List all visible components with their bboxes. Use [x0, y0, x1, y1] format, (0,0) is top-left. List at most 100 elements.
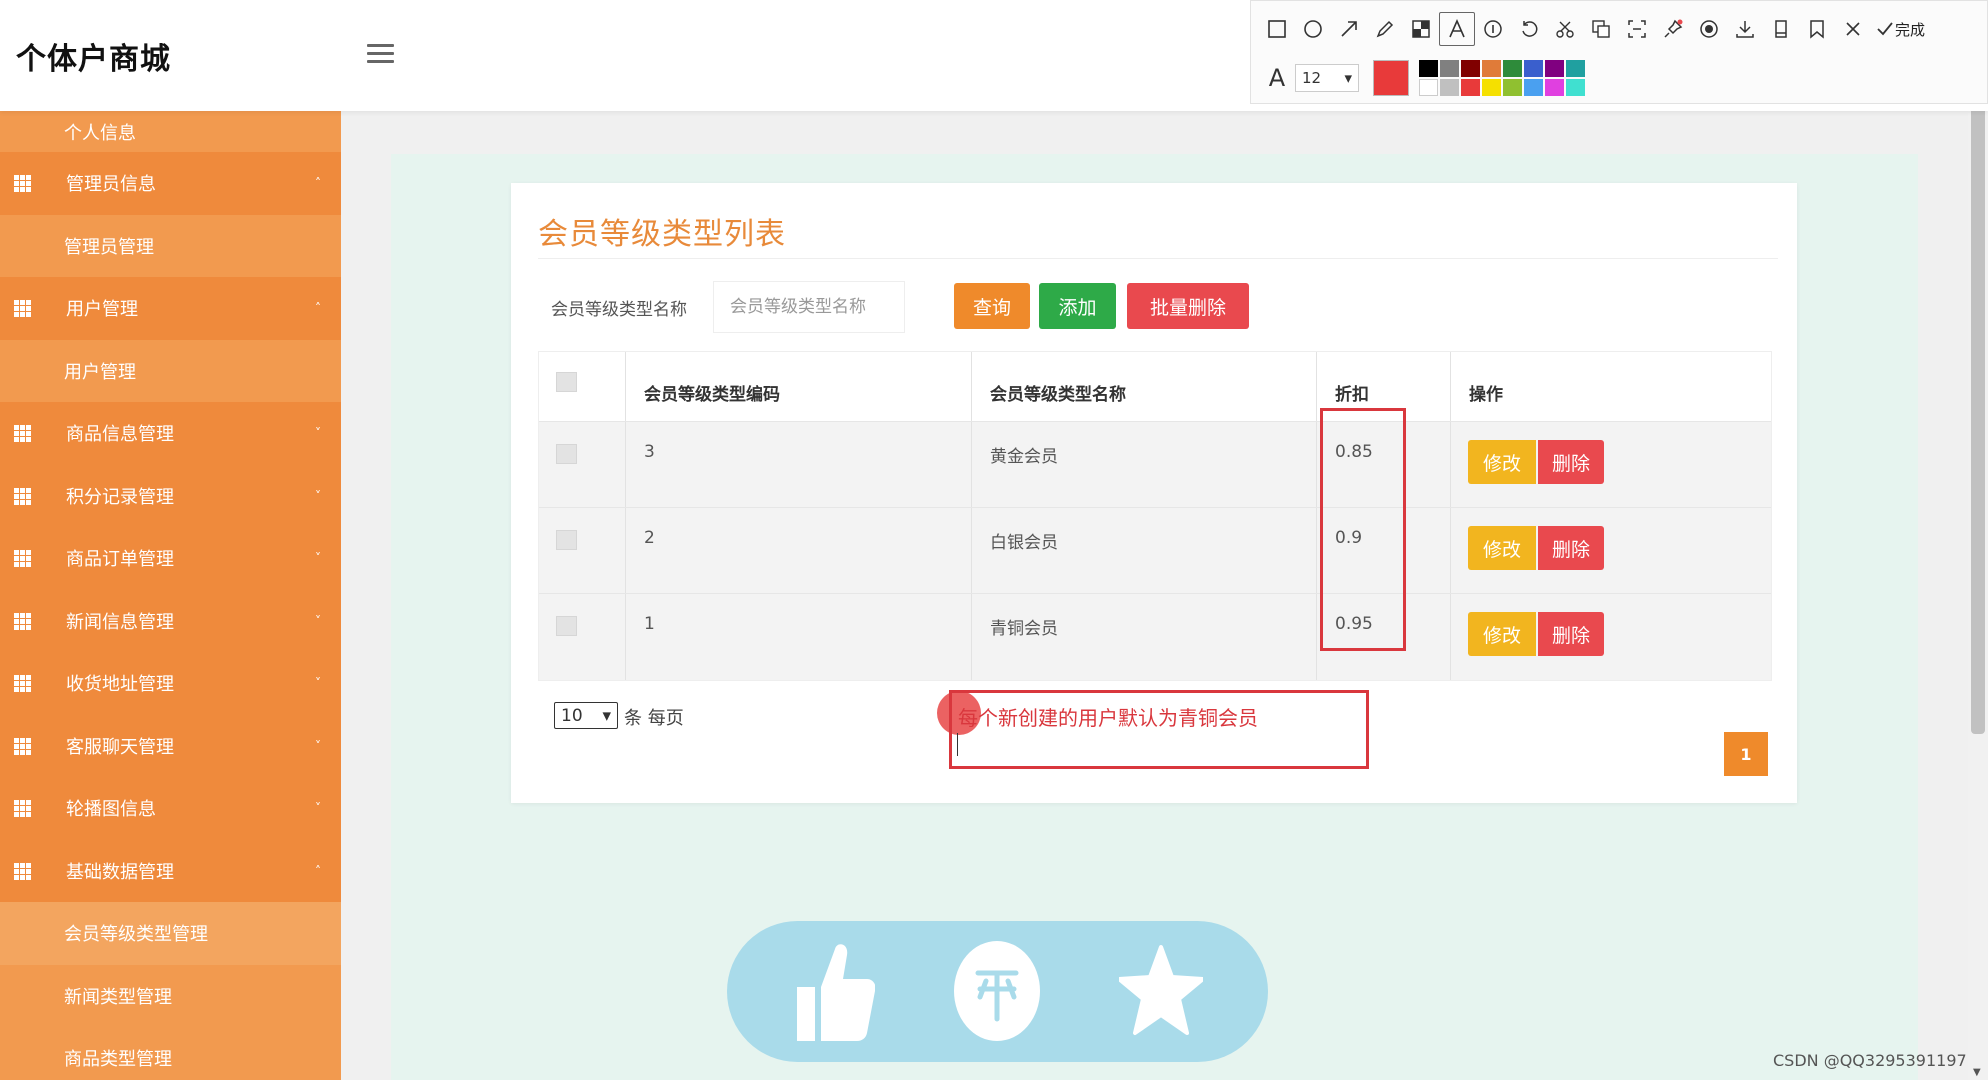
palette-swatch[interactable] [1419, 79, 1438, 96]
batch-delete-button[interactable]: 批量删除 [1127, 283, 1249, 329]
palette-swatch[interactable] [1566, 60, 1585, 77]
record-icon[interactable] [1691, 12, 1727, 46]
sidebar-group-9[interactable]: 收货地址管理 ˅ [0, 652, 341, 715]
cell-code: 2 [644, 528, 655, 548]
row-checkbox[interactable] [556, 444, 577, 464]
search-input[interactable] [713, 281, 905, 333]
add-button[interactable]: 添加 [1039, 283, 1116, 329]
palette-swatch[interactable] [1461, 60, 1480, 77]
translate-icon[interactable] [1583, 12, 1619, 46]
font-size-select[interactable]: 12 ▾ [1295, 64, 1359, 92]
done-label: 完成 [1895, 20, 1926, 39]
screenshot-tools-row: 完成 [1259, 11, 1925, 47]
column-header-discount: 折扣 [1335, 385, 1369, 405]
palette-swatch[interactable] [1482, 79, 1501, 96]
font-size-value: 12 [1302, 69, 1322, 87]
sidebar-group-3[interactable]: 用户管理 ˄ [0, 277, 341, 340]
palette-swatch[interactable] [1545, 79, 1564, 96]
scroll-down-arrow-icon[interactable]: ▼ [1973, 1067, 1981, 1078]
table-body: 3 黄金会员 0.85 修改 删除 2 白银会员 0.9 修改 删除 1 青铜会员 0.95 修改 删除 [539, 422, 1771, 680]
edit-button[interactable]: 修改 [1468, 612, 1536, 656]
edit-button[interactable]: 修改 [1468, 440, 1536, 484]
palette-swatch[interactable] [1566, 79, 1585, 96]
star-icon[interactable] [1115, 939, 1207, 1043]
row-checkbox[interactable] [556, 616, 577, 636]
page-size-select[interactable]: 10 ▾ [554, 702, 618, 729]
palette-swatch[interactable] [1440, 60, 1459, 77]
sidebar-group-7[interactable]: 商品订单管理 ˅ [0, 527, 341, 590]
undo-icon[interactable] [1511, 12, 1547, 46]
discount-highlight-box [1320, 408, 1406, 651]
grid-icon [14, 550, 31, 568]
palette-swatch[interactable] [1482, 60, 1501, 77]
edit-button[interactable]: 修改 [1468, 526, 1536, 570]
close-icon[interactable] [1835, 12, 1871, 46]
number-tool-icon[interactable] [1475, 12, 1511, 46]
annotation-note-text: 每个新创建的用户默认为青铜会员 [958, 706, 1258, 730]
sidebar-item-13[interactable]: 会员等级类型管理 [0, 902, 341, 965]
page-number-current[interactable]: 1 [1724, 732, 1768, 776]
delete-button[interactable]: 删除 [1538, 612, 1604, 656]
palette-swatch[interactable] [1440, 79, 1459, 96]
save-to-device-icon[interactable] [1763, 12, 1799, 46]
sidebar-item-14[interactable]: 新闻类型管理 [0, 964, 341, 1027]
pin-to-screen-icon[interactable] [1655, 12, 1691, 46]
brand-title: 个体户商城 [16, 42, 171, 77]
sidebar-item-4[interactable]: 用户管理 [0, 339, 341, 402]
delete-button[interactable]: 删除 [1538, 526, 1604, 570]
sidebar-group-1[interactable]: 管理员信息 ˄ [0, 152, 341, 215]
arrow-tool-icon[interactable] [1331, 12, 1367, 46]
palette-swatch[interactable] [1545, 60, 1564, 77]
grid-icon [14, 300, 31, 318]
ocr-scan-icon[interactable] [1619, 12, 1655, 46]
sidebar-item-label: 新闻类型管理 [64, 986, 172, 1008]
sidebar-group-label: 客服聊天管理 [66, 736, 174, 758]
done-button[interactable]: 完成 [1875, 19, 1925, 40]
pen-tool-icon[interactable] [1367, 12, 1403, 46]
ellipse-tool-icon[interactable] [1295, 12, 1331, 46]
scrollbar-thumb[interactable] [1971, 8, 1985, 734]
title-divider [538, 258, 1778, 259]
sidebar-group-6[interactable]: 积分记录管理 ˅ [0, 464, 341, 527]
chevron-down-icon: ˅ [315, 676, 321, 691]
palette-swatch[interactable] [1503, 79, 1522, 96]
delete-button[interactable]: 删除 [1538, 440, 1604, 484]
sidebar-group-11[interactable]: 轮播图信息 ˅ [0, 777, 341, 840]
grid-icon [14, 737, 31, 755]
palette-swatch[interactable] [1503, 60, 1522, 77]
chevron-up-icon: ˄ [315, 863, 321, 878]
chevron-down-icon: ˅ [315, 738, 321, 753]
sidebar-group-12[interactable]: 基础数据管理 ˄ [0, 839, 341, 902]
palette-swatch[interactable] [1419, 60, 1438, 77]
select-all-checkbox[interactable] [556, 372, 577, 392]
coin-icon[interactable] [951, 939, 1043, 1043]
sidebar-group-10[interactable]: 客服聊天管理 ˅ [0, 714, 341, 777]
palette-swatch[interactable] [1524, 79, 1543, 96]
download-icon[interactable] [1727, 12, 1763, 46]
chevron-down-icon: ˅ [315, 488, 321, 503]
sidebar-item-15[interactable]: 商品类型管理 [0, 1027, 341, 1080]
mosaic-tool-icon[interactable] [1403, 12, 1439, 46]
sidebar-group-8[interactable]: 新闻信息管理 ˅ [0, 589, 341, 652]
palette-swatch[interactable] [1524, 60, 1543, 77]
thumbs-up-icon[interactable] [787, 939, 879, 1043]
sidebar-group-5[interactable]: 商品信息管理 ˅ [0, 402, 341, 465]
query-button[interactable]: 查询 [954, 283, 1030, 329]
sidebar-item-label: 管理员管理 [64, 236, 154, 258]
palette-swatch[interactable] [1461, 79, 1480, 96]
row-checkbox[interactable] [556, 530, 577, 550]
rectangle-tool-icon[interactable] [1259, 12, 1295, 46]
pin-scissors-icon[interactable] [1547, 12, 1583, 46]
bookmark-icon[interactable] [1799, 12, 1835, 46]
grid-icon [14, 425, 31, 443]
chevron-down-icon: ˅ [315, 551, 321, 566]
text-tool-icon[interactable] [1439, 12, 1475, 46]
cell-code: 3 [644, 442, 655, 462]
current-color-swatch[interactable] [1373, 60, 1409, 96]
menu-toggle-icon[interactable] [367, 44, 394, 64]
sidebar-item-0[interactable]: 个人信息 [0, 111, 341, 152]
sidebar-item-2[interactable]: 管理员管理 [0, 214, 341, 277]
table-row: 2 白银会员 0.9 修改 删除 [539, 508, 1771, 594]
sidebar-group-label: 管理员信息 [66, 174, 156, 196]
vertical-scrollbar[interactable]: ▼ [1968, 0, 1988, 1080]
